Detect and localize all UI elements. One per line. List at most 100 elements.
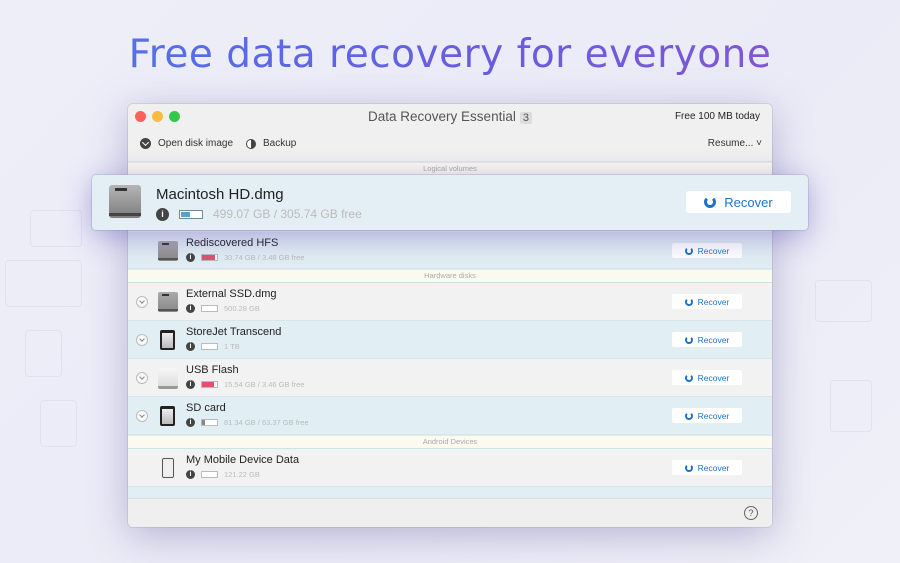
device-row[interactable]: External SSD.dmg i 500.28 GB Recover: [128, 283, 772, 321]
hard-drive-icon: [109, 185, 141, 218]
usage-bar: [201, 419, 218, 426]
usage-bar: [201, 305, 218, 312]
refresh-icon: [704, 196, 717, 208]
recover-button[interactable]: Recover: [672, 243, 742, 258]
device-name: Rediscovered HFS: [186, 237, 279, 249]
refresh-icon: [684, 411, 693, 420]
expand-chevron-icon[interactable]: [136, 410, 148, 422]
refresh-icon: [684, 463, 693, 472]
device-row[interactable]: USB Flash i 15.54 GB / 3.46 GB free Reco…: [128, 359, 772, 397]
expand-chevron-icon[interactable]: [136, 334, 148, 346]
expand-chevron-icon[interactable]: [136, 296, 148, 308]
open-disk-image-label: Open disk image: [158, 138, 234, 149]
sd-card-icon: [158, 406, 175, 426]
device-row[interactable]: SD card i 81.34 GB / 63.37 GB free Recov…: [128, 397, 772, 435]
device-meta: i 1 TB: [186, 342, 240, 351]
usage-fill: [181, 211, 190, 217]
device-size: 81.34 GB / 63.37 GB free: [224, 418, 309, 427]
info-icon[interactable]: i: [186, 342, 195, 351]
section-logical-volumes: Logical volumes: [128, 162, 772, 176]
device-name: USB Flash: [186, 364, 239, 376]
device-size: 30.74 GB / 3.48 GB free: [224, 253, 305, 262]
device-meta: i 30.74 GB / 3.48 GB free: [186, 253, 304, 262]
device-row[interactable]: My Mobile Device Data i 121.22 GB Recove…: [128, 449, 772, 487]
recover-label: Recover: [697, 334, 730, 345]
usage-fill: [202, 255, 216, 260]
usb-drive-icon: [158, 368, 178, 389]
usage-fill: [202, 382, 214, 387]
recover-label: Recover: [724, 194, 773, 210]
background-decoration: [815, 280, 872, 322]
device-name: StoreJet Transcend: [186, 326, 282, 338]
refresh-icon: [684, 297, 693, 306]
background-decoration: [30, 210, 82, 247]
info-icon[interactable]: i: [186, 418, 195, 427]
version-badge: 3: [519, 112, 532, 124]
recover-label: Recover: [697, 296, 730, 307]
title-bar: Data Recovery Essential 3 Free 100 MB tod…: [128, 104, 772, 129]
device-name: My Mobile Device Data: [186, 454, 300, 466]
device-name: External SSD.dmg: [186, 288, 277, 300]
refresh-icon: [684, 373, 693, 382]
info-icon[interactable]: i: [186, 380, 195, 389]
usage-bar: [201, 381, 218, 388]
backup-label: Backup: [263, 138, 297, 149]
selected-disk-meta: i 499.07 GB / 305.74 GB free: [156, 207, 362, 221]
recover-label: Recover: [697, 372, 730, 383]
info-icon[interactable]: i: [156, 207, 169, 221]
info-icon[interactable]: i: [186, 304, 195, 313]
background-decoration: [5, 260, 82, 307]
recover-button-primary[interactable]: Recover: [686, 191, 791, 213]
device-meta: i 15.54 GB / 3.46 GB free: [186, 380, 304, 389]
recover-label: Recover: [697, 462, 730, 473]
app-title: Data Recovery Essential: [368, 109, 516, 124]
usage-fill: [202, 420, 206, 425]
recover-button[interactable]: Recover: [672, 370, 742, 385]
device-row[interactable]: Rediscovered HFS i 30.74 GB / 3.48 GB fr…: [128, 232, 772, 269]
device-meta: i 81.34 GB / 63.37 GB free: [186, 418, 309, 427]
selected-disk-size: 499.07 GB / 305.74 GB free: [213, 207, 362, 221]
refresh-icon: [684, 335, 693, 344]
recover-label: Recover: [697, 245, 730, 256]
backup-button[interactable]: Backup: [246, 138, 296, 149]
device-size: 121.22 GB: [224, 470, 260, 479]
section-android-devices: Android Devices: [128, 435, 772, 449]
selected-disk-card[interactable]: Macintosh HD.dmg i 499.07 GB / 305.74 GB…: [92, 175, 808, 230]
backup-icon: [246, 138, 256, 149]
device-meta: i 121.22 GB: [186, 470, 260, 479]
help-icon[interactable]: ?: [744, 506, 758, 520]
download-icon: [140, 138, 151, 149]
resume-dropdown[interactable]: Resume... ˅: [708, 138, 762, 149]
device-meta: i 500.28 GB: [186, 304, 260, 313]
device-name: SD card: [186, 402, 226, 414]
hard-drive-icon: [158, 292, 178, 312]
toolbar: Open disk image Backup Resume... ˅: [128, 129, 772, 162]
device-size: 1 TB: [224, 342, 240, 351]
selected-disk-name: Macintosh HD.dmg: [156, 186, 284, 203]
background-decoration: [25, 330, 62, 377]
recover-button[interactable]: Recover: [672, 332, 742, 347]
background-decoration: [40, 400, 77, 447]
background-decoration: [830, 380, 872, 432]
recover-label: Recover: [697, 410, 730, 421]
open-disk-image-button[interactable]: Open disk image: [140, 138, 233, 149]
refresh-icon: [684, 246, 693, 255]
device-row[interactable]: StoreJet Transcend i 1 TB Recover: [128, 321, 772, 359]
usage-bar: [201, 343, 218, 350]
info-icon[interactable]: i: [186, 470, 195, 479]
usage-bar: [201, 471, 218, 478]
app-window: Data Recovery Essential 3 Free 100 MB tod…: [128, 104, 772, 527]
recover-button[interactable]: Recover: [672, 294, 742, 309]
usage-bar: [201, 254, 218, 261]
expand-chevron-icon[interactable]: [136, 372, 148, 384]
info-icon[interactable]: i: [186, 253, 195, 262]
sd-card-icon: [158, 330, 175, 350]
section-hardware-disks: Hardware disks: [128, 269, 772, 283]
usage-bar: [179, 209, 203, 219]
footer-bar: ?: [128, 498, 772, 527]
phone-icon: [158, 458, 174, 478]
recover-button[interactable]: Recover: [672, 408, 742, 423]
hard-drive-icon: [158, 241, 178, 261]
recover-button[interactable]: Recover: [672, 460, 742, 475]
device-size: 500.28 GB: [224, 304, 260, 313]
